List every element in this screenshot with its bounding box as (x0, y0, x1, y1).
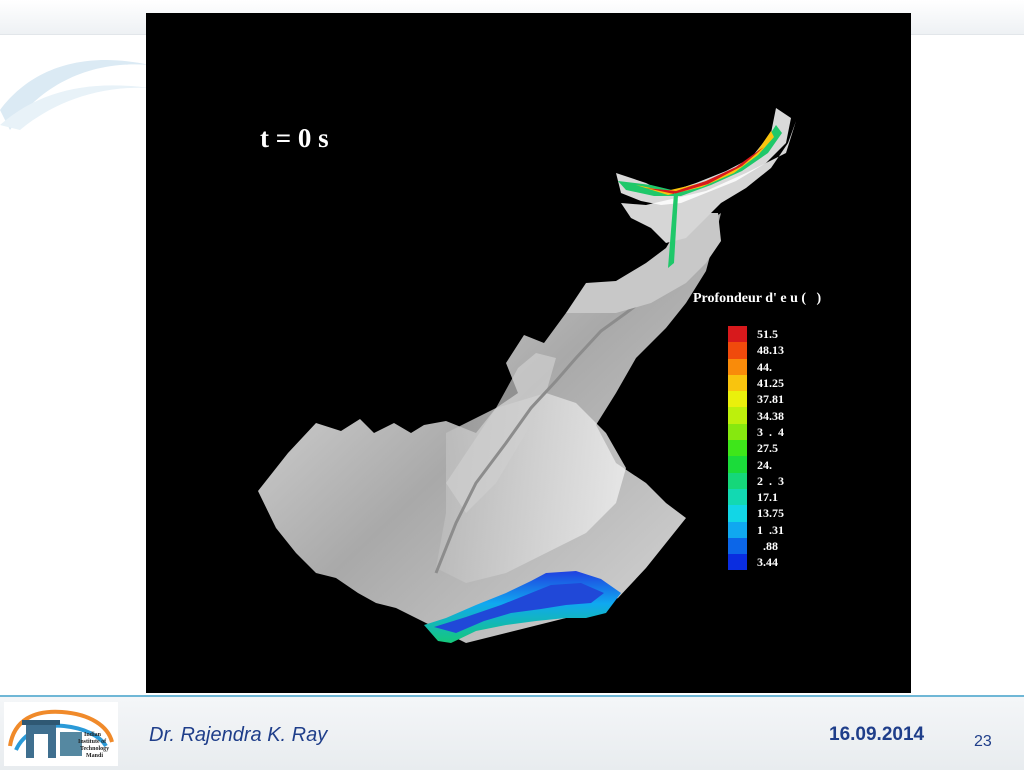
logo-line: Mandi (86, 753, 103, 759)
legend-value: 37.81 (757, 392, 784, 407)
legend-row: 48.13 (728, 342, 784, 359)
legend-row: 51.5 (728, 326, 784, 343)
simulation-image: t = 0 s Profondeur d' e u ( ) 51.5 48.13… (146, 13, 911, 693)
legend-row: 34.38 (728, 407, 784, 424)
legend-swatch (728, 407, 747, 424)
time-label: t = 0 s (260, 123, 329, 153)
legend-value: 44. (757, 359, 772, 374)
legend-row: 44. (728, 358, 784, 375)
legend-value: 3.44 (757, 555, 778, 570)
legend-value: 1 .31 (757, 522, 784, 537)
legend-row: 13.75 (728, 505, 784, 522)
legend-row: 3.44 (728, 554, 784, 571)
legend-row: 17.1 (728, 488, 784, 506)
legend-swatch (728, 326, 747, 343)
legend-row: 2 . 3 (728, 472, 784, 489)
page-number: 23 (974, 733, 992, 750)
legend-swatch (728, 374, 747, 392)
legend-row: 27.5 (728, 440, 784, 457)
decorative-swoosh (0, 60, 150, 130)
legend-swatch (728, 342, 747, 359)
legend-value: 51.5 (757, 327, 778, 342)
legend-row: 41.25 (728, 374, 784, 392)
legend-value: 34.38 (757, 408, 784, 423)
legend-row: 24. (728, 456, 784, 473)
legend-value: 3 . 4 (757, 424, 784, 439)
legend-swatch (728, 391, 747, 408)
legend-swatch (728, 423, 747, 441)
legend-swatch (728, 537, 747, 555)
legend-swatch (728, 554, 747, 571)
logo-line: Technology (80, 746, 109, 752)
legend-value: 48.13 (757, 343, 784, 358)
color-legend: 51.5 48.13 44. 41.25 37.81 34.38 3 . 4 2… (728, 326, 784, 571)
legend-title: Profondeur d' e u ( ) (693, 291, 822, 306)
legend-swatch (728, 505, 747, 522)
legend-value: 17.1 (757, 490, 778, 505)
legend-row: 3 . 4 (728, 423, 784, 441)
author-name: Dr. Rajendra K. Ray (149, 724, 328, 746)
legend-value: 13.75 (757, 506, 784, 521)
legend-swatch (728, 440, 747, 457)
presentation-date: 16.09.2014 (829, 724, 925, 745)
legend-row: 37.81 (728, 391, 784, 408)
legend-swatch (728, 358, 747, 375)
logo-line: Institute of (78, 739, 107, 745)
legend-swatch (728, 488, 747, 506)
terrain-render (258, 108, 796, 643)
institute-logo-icon: Indian Institute of Technology Mandi (8, 709, 114, 759)
logo-line: Indian (84, 732, 102, 738)
legend-row: .88 (728, 537, 784, 555)
legend-swatch (728, 472, 747, 489)
legend-value: .88 (757, 539, 778, 553)
legend-row: 1 .31 (728, 521, 784, 538)
legend-value: 41.25 (757, 376, 784, 391)
legend-swatch (728, 521, 747, 538)
slide-footer: Indian Institute of Technology Mandi Dr.… (0, 695, 1024, 770)
institute-logo: Indian Institute of Technology Mandi (4, 702, 118, 766)
legend-value: 24. (757, 457, 772, 472)
legend-value: 27.5 (757, 441, 778, 456)
legend-swatch (728, 456, 747, 473)
legend-value: 2 . 3 (757, 473, 784, 488)
